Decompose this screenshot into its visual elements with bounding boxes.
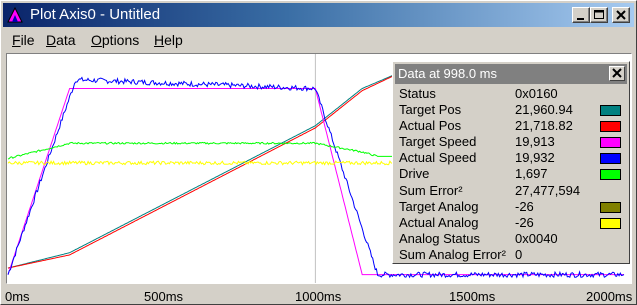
window-title: Plot Axis0 - Untitled bbox=[30, 6, 161, 23]
menu-file[interactable]: File bbox=[12, 32, 35, 48]
row-label: Analog Status bbox=[399, 230, 480, 246]
row-label: Sum Error² bbox=[399, 182, 463, 198]
row-label: Sum Analog Error² bbox=[399, 246, 506, 262]
data-panel-row: Target Analog -26 bbox=[399, 199, 627, 215]
row-value: 0x0040 bbox=[515, 230, 558, 246]
color-swatch[interactable] bbox=[600, 169, 621, 181]
row-value: 0 bbox=[515, 246, 523, 262]
row-value: 21,718.82 bbox=[515, 118, 573, 134]
app-logo-icon bbox=[7, 6, 23, 23]
menu-help-label: elp bbox=[164, 32, 183, 48]
row-value: 21,960.94 bbox=[515, 102, 573, 118]
minimize-icon bbox=[577, 18, 584, 20]
row-label: Actual Speed bbox=[399, 150, 477, 166]
x-tick-label: 0ms bbox=[5, 289, 30, 304]
color-swatch[interactable] bbox=[600, 201, 621, 213]
app-window: Plot Axis0 - Untitled File Data Options … bbox=[0, 0, 637, 305]
color-swatch[interactable] bbox=[600, 121, 621, 133]
x-tick-label: 1000ms bbox=[295, 289, 342, 304]
row-label: Target Pos bbox=[399, 102, 462, 118]
menu-data-label: ata bbox=[56, 32, 76, 48]
data-panel-row: Target Pos 21,960.94 bbox=[399, 102, 627, 118]
color-swatch[interactable] bbox=[600, 153, 621, 165]
row-label: Actual Analog bbox=[399, 214, 479, 230]
row-value: 27,477,594 bbox=[515, 182, 581, 198]
row-label: Actual Pos bbox=[399, 118, 462, 134]
data-panel-row: Status 0x0160 bbox=[399, 86, 627, 102]
data-panel[interactable]: Data at 998.0 ms Status 0x0160 Target Pos 2… bbox=[392, 61, 630, 264]
menu-options-label: ptions bbox=[101, 32, 140, 48]
color-swatch[interactable] bbox=[600, 137, 621, 149]
row-label: Target Speed bbox=[399, 134, 477, 150]
row-value: -26 bbox=[515, 214, 534, 230]
color-swatch[interactable] bbox=[600, 217, 621, 229]
title-bar[interactable]: Plot Axis0 - Untitled bbox=[3, 3, 634, 27]
maximize-button[interactable] bbox=[590, 7, 608, 23]
data-panel-row: Analog Status 0x0040 bbox=[399, 231, 627, 247]
row-label: Target Analog bbox=[399, 198, 479, 214]
menu-file-mnemonic: F bbox=[12, 32, 21, 48]
data-panel-row: Actual Speed 19,932 bbox=[399, 150, 627, 166]
color-swatch[interactable] bbox=[600, 105, 621, 117]
menu-data[interactable]: Data bbox=[46, 32, 76, 48]
close-icon bbox=[616, 10, 626, 20]
maximize-icon bbox=[594, 10, 604, 19]
menu-help[interactable]: Help bbox=[154, 32, 183, 48]
row-value: -26 bbox=[515, 198, 534, 214]
row-label: Status bbox=[399, 86, 436, 101]
row-label: Drive bbox=[399, 166, 430, 182]
menu-data-mnemonic: D bbox=[46, 32, 57, 48]
x-tick-label: 2000ms bbox=[586, 289, 633, 304]
x-axis: 0ms 500ms 1000ms 1500ms 2000ms bbox=[1, 284, 637, 305]
menu-options-mnemonic: O bbox=[91, 32, 102, 48]
menu-file-label: ile bbox=[20, 32, 35, 48]
menu-bar: File Data Options Help bbox=[3, 28, 634, 50]
x-tick-label: 1500ms bbox=[449, 289, 496, 304]
data-panel-row: Drive 1,697 bbox=[399, 166, 627, 182]
data-panel-close-button[interactable] bbox=[609, 66, 625, 81]
close-icon bbox=[612, 68, 622, 78]
row-value: 1,697 bbox=[515, 166, 548, 182]
data-panel-row: Sum Analog Error² 0 bbox=[399, 247, 627, 263]
close-button[interactable] bbox=[612, 7, 630, 23]
data-panel-titlebar[interactable]: Data at 998.0 ms bbox=[395, 64, 627, 84]
x-tick-label: 500ms bbox=[144, 289, 184, 304]
row-value: 19,913 bbox=[515, 134, 555, 150]
data-panel-row: Actual Pos 21,718.82 bbox=[399, 118, 627, 134]
menu-options[interactable]: Options bbox=[91, 32, 139, 48]
data-panel-title: Data at 998.0 ms bbox=[398, 66, 497, 81]
data-panel-row: Target Speed 19,913 bbox=[399, 134, 627, 150]
data-panel-row: Sum Error² 27,477,594 bbox=[399, 183, 627, 199]
row-value: 19,932 bbox=[515, 150, 555, 166]
minimize-button[interactable] bbox=[572, 7, 590, 23]
menu-help-mnemonic: H bbox=[154, 32, 165, 48]
data-panel-rows: Status 0x0160 Target Pos 21,960.94 Actual Po… bbox=[399, 86, 627, 263]
data-panel-row: Actual Analog -26 bbox=[399, 215, 627, 231]
row-value: 0x0160 bbox=[515, 86, 558, 101]
